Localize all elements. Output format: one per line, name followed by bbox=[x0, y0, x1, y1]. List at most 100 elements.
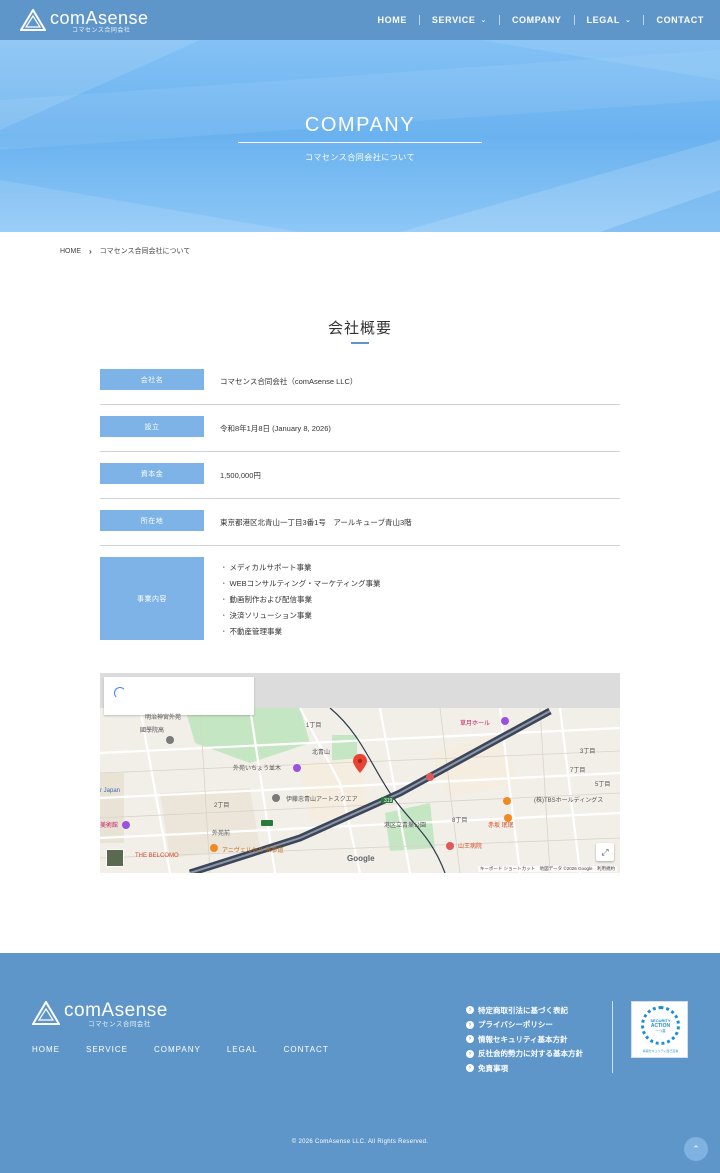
chevron-right-icon: › bbox=[466, 1020, 474, 1029]
chevron-down-icon: ⌄ bbox=[625, 17, 632, 24]
footer-link-antisocial[interactable]: › 反社会的勢力に対する基本方針 bbox=[466, 1047, 583, 1062]
map-label: 美術館 bbox=[100, 823, 119, 829]
footer-legal-links: › 特定商取引法に基づく表記 › プライバシーポリシー › 情報セキュリティ基本方針 … bbox=[466, 1003, 583, 1076]
site-header: comAsense コマセンス合同会社 HOME SERVICE ⌄ COMPAN… bbox=[0, 0, 720, 40]
map-label: 赤坂 珉珉 bbox=[488, 823, 514, 829]
info-label: 所在地 bbox=[100, 510, 204, 531]
nav-company[interactable]: COMPANY bbox=[512, 15, 562, 25]
copyright: © 2026 ComAsense LLC. All Rights Reserve… bbox=[291, 1139, 429, 1145]
footer-nav-legal[interactable]: LEGAL bbox=[227, 1045, 258, 1054]
footer-logo[interactable]: comAsense コマセンス合同会社 bbox=[32, 1000, 192, 1028]
chevron-right-icon: › bbox=[466, 1035, 474, 1044]
map-label: 草月ホール bbox=[460, 721, 491, 727]
breadcrumb: HOME › コマセンス合同会社について bbox=[60, 246, 190, 256]
nav-separator bbox=[418, 15, 420, 25]
footer-link-security-policy[interactable]: › 情報セキュリティ基本方針 bbox=[466, 1032, 583, 1047]
google-logo: Google bbox=[347, 854, 375, 863]
footer-divider bbox=[612, 1001, 613, 1073]
business-item: 決済ソリューション事業 bbox=[220, 610, 381, 626]
security-action-badge[interactable]: SECURITY ACTION 一つ星 情報セキュリティ自己宣言 bbox=[631, 1001, 688, 1058]
business-list: メディカルサポート事業 WEBコンサルティング・マーケティング事業 動画制作およ… bbox=[220, 562, 381, 642]
footer-logo-subtitle: コマセンス合同会社 bbox=[88, 1021, 151, 1028]
hero-divider bbox=[238, 142, 482, 143]
business-item: 不動産管理事業 bbox=[220, 626, 381, 642]
chevron-right-icon: › bbox=[466, 1049, 474, 1058]
chevron-right-icon: › bbox=[89, 246, 92, 256]
map-label: 7丁目 bbox=[570, 768, 586, 774]
info-row-business: 事業内容 メディカルサポート事業 WEBコンサルティング・マーケティング事業 動… bbox=[100, 557, 620, 641]
chevron-right-icon: › bbox=[466, 1064, 474, 1073]
main-nav: HOME SERVICE ⌄ COMPANY LEGAL ⌄ CONTACT bbox=[378, 0, 704, 40]
map-label: 港区立青葉公園 bbox=[384, 823, 427, 829]
info-row-capital: 資本金 1,500,000円 bbox=[100, 463, 620, 499]
security-badge-seal: SECURITY ACTION 一つ星 bbox=[641, 1006, 680, 1045]
info-label: 事業内容 bbox=[100, 557, 204, 640]
map-label: 319 bbox=[384, 798, 393, 804]
logo-subtitle: コマセンス合同会社 bbox=[72, 28, 131, 34]
nav-contact[interactable]: CONTACT bbox=[656, 15, 704, 25]
hero-banner: COMPANY コマセンス合同会社について bbox=[0, 40, 720, 232]
business-item: WEBコンサルティング・マーケティング事業 bbox=[220, 578, 381, 594]
map-attribution[interactable]: キーボード ショートカット 地図データ ©2026 Google 利用規約 bbox=[477, 866, 617, 872]
map-label: アニヴェルセル 表参道 bbox=[222, 848, 284, 854]
logo-mark-icon bbox=[32, 1001, 60, 1025]
site-logo[interactable]: comAsense コマセンス合同会社 bbox=[20, 8, 160, 34]
info-label: 会社名 bbox=[100, 369, 204, 390]
breadcrumb-current: コマセンス合同会社について bbox=[99, 248, 191, 255]
map-satellite-toggle[interactable] bbox=[106, 849, 124, 867]
map-label: 國學院高 bbox=[140, 728, 165, 734]
business-item: メディカルサポート事業 bbox=[220, 562, 381, 578]
map-label: 5丁目 bbox=[595, 782, 611, 788]
footer-nav-company[interactable]: COMPANY bbox=[154, 1045, 201, 1054]
info-row-company-name: 会社名 コマセンス合同会社（comAsense LLC） bbox=[100, 369, 620, 405]
info-label: 設立 bbox=[100, 416, 204, 437]
map-label: r Japan bbox=[100, 788, 121, 794]
chevron-right-icon: › bbox=[466, 1006, 474, 1015]
business-item: 動画制作および配信事業 bbox=[220, 594, 381, 610]
map-label: 外苑いちょう並木 bbox=[233, 766, 282, 772]
map-label: 外苑前 bbox=[212, 831, 231, 837]
google-map[interactable]: 明治神宮外苑 國學院高 北青山 1丁目 外苑いちょう並木 r Japan 伊藤忠… bbox=[100, 673, 620, 873]
footer-nav: HOME SERVICE COMPANY LEGAL CONTACT bbox=[32, 1045, 355, 1054]
logo-mark-icon bbox=[20, 9, 46, 31]
footer-nav-contact[interactable]: CONTACT bbox=[284, 1045, 329, 1054]
footer-nav-home[interactable]: HOME bbox=[32, 1045, 60, 1054]
map-label: (株)TBSホールディングス bbox=[534, 798, 604, 804]
nav-legal[interactable]: LEGAL ⌄ bbox=[587, 15, 632, 25]
info-value: 令和8年1月8日 (January 8, 2026) bbox=[220, 424, 331, 433]
info-value: コマセンス合同会社（comAsense LLC） bbox=[220, 377, 358, 386]
info-label: 資本金 bbox=[100, 463, 204, 484]
footer-link-tokushoho[interactable]: › 特定商取引法に基づく表記 bbox=[466, 1003, 583, 1018]
fullscreen-icon[interactable]: ⤢ bbox=[596, 843, 614, 861]
footer-nav-service[interactable]: SERVICE bbox=[86, 1045, 128, 1054]
info-row-established: 設立 令和8年1月8日 (January 8, 2026) bbox=[100, 416, 620, 452]
nav-service[interactable]: SERVICE ⌄ bbox=[432, 15, 487, 25]
nav-separator bbox=[573, 15, 575, 25]
map-label: 伊藤忠青山アートスクエア bbox=[286, 797, 358, 803]
badge-caption: 情報セキュリティ自己宣言 bbox=[642, 1049, 679, 1053]
back-to-top-icon[interactable]: ⌃ bbox=[684, 1137, 708, 1161]
badge-text: 一つ星 bbox=[655, 1028, 666, 1033]
loading-spinner-icon bbox=[114, 687, 126, 699]
footer-link-privacy[interactable]: › プライバシーポリシー bbox=[466, 1018, 583, 1033]
hero-subtitle: コマセンス合同会社について bbox=[304, 153, 416, 162]
info-value: 東京都港区北青山一丁目3番1号 アールキューブ青山3階 bbox=[220, 518, 412, 527]
footer-link-disclaimer[interactable]: › 免責事項 bbox=[466, 1061, 583, 1076]
section-title: 会社概要 bbox=[327, 320, 392, 337]
nav-separator bbox=[498, 15, 500, 25]
nav-separator bbox=[643, 15, 645, 25]
map-label: 2丁目 bbox=[214, 803, 230, 809]
breadcrumb-home[interactable]: HOME bbox=[60, 248, 81, 255]
chevron-down-icon: ⌄ bbox=[480, 17, 487, 24]
hero-title: COMPANY bbox=[304, 114, 416, 136]
info-value: 1,500,000円 bbox=[220, 471, 261, 480]
nav-home[interactable]: HOME bbox=[378, 15, 407, 25]
map-label: 1丁目 bbox=[306, 723, 322, 729]
map-info-card bbox=[104, 677, 254, 715]
map-label: 3丁目 bbox=[580, 749, 596, 755]
map-label: 北青山 bbox=[312, 750, 331, 756]
info-row-address: 所在地 東京都港区北青山一丁目3番1号 アールキューブ青山3階 bbox=[100, 510, 620, 546]
map-label: 8丁目 bbox=[452, 818, 468, 824]
map-label: 明治神宮外苑 bbox=[145, 715, 182, 721]
section-title-underline bbox=[351, 342, 369, 344]
